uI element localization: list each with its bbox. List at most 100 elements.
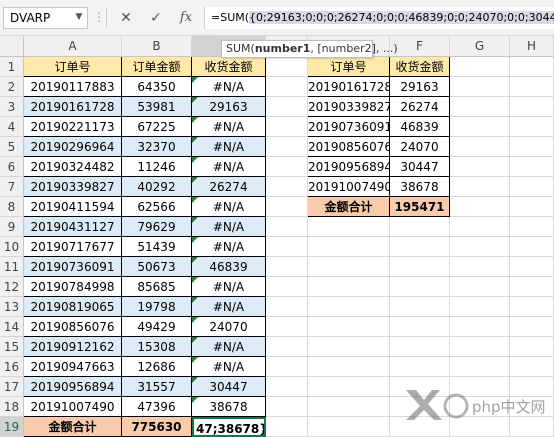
row-header-14[interactable]: 14 — [0, 317, 24, 337]
left-data-cell[interactable]: 20190784998 — [24, 277, 122, 297]
row-header-18[interactable]: 18 — [0, 397, 24, 417]
cell[interactable] — [450, 117, 510, 137]
left-data-cell[interactable]: 11246 — [122, 157, 192, 177]
left-data-cell[interactable]: 67225 — [122, 117, 192, 137]
left-data-cell[interactable]: #N/A — [192, 137, 266, 157]
cell[interactable] — [390, 357, 450, 377]
right-data-cell[interactable]: 38678 — [390, 177, 450, 197]
cell[interactable] — [266, 137, 308, 157]
cell[interactable] — [510, 337, 554, 357]
cell[interactable] — [266, 357, 308, 377]
cell[interactable] — [308, 357, 390, 377]
right-data-cell[interactable]: 20190736091 — [308, 117, 390, 137]
left-data-cell[interactable]: 20190717677 — [24, 237, 122, 257]
cell[interactable] — [266, 197, 308, 217]
left-data-cell[interactable]: 64350 — [122, 77, 192, 97]
left-data-cell[interactable]: 20190296964 — [24, 137, 122, 157]
cell[interactable] — [450, 157, 510, 177]
row-header-1[interactable]: 1 — [0, 57, 24, 77]
right-data-cell[interactable]: 20190339827 — [308, 97, 390, 117]
cell[interactable] — [510, 237, 554, 257]
row-header-2[interactable]: 2 — [0, 77, 24, 97]
cell[interactable] — [450, 257, 510, 277]
column-header-f[interactable]: F — [390, 36, 450, 57]
left-data-cell[interactable]: 20190956894 — [24, 377, 122, 397]
left-data-cell[interactable]: 20190411594 — [24, 197, 122, 217]
cell[interactable] — [390, 297, 450, 317]
cell[interactable] — [450, 357, 510, 377]
left-data-cell[interactable]: 20191007490 — [24, 397, 122, 417]
right-header-cell[interactable]: 订单号 — [308, 57, 390, 77]
left-total-label[interactable]: 金额合计 — [24, 417, 122, 437]
cell[interactable] — [308, 317, 390, 337]
left-header-cell[interactable]: 收货金额 — [192, 57, 266, 77]
cell[interactable] — [390, 317, 450, 337]
left-data-cell[interactable]: #N/A — [192, 277, 266, 297]
left-data-cell[interactable]: 20190161728 — [24, 97, 122, 117]
left-data-cell[interactable]: 32370 — [122, 137, 192, 157]
cell[interactable] — [266, 117, 308, 137]
column-header-h[interactable]: H — [510, 36, 554, 57]
cell[interactable] — [308, 297, 390, 317]
left-data-cell[interactable]: 20190912162 — [24, 337, 122, 357]
cell[interactable] — [308, 337, 390, 357]
cell[interactable] — [450, 197, 510, 217]
right-data-cell[interactable]: 20191007490 — [308, 177, 390, 197]
cell[interactable] — [450, 177, 510, 197]
select-all-corner[interactable] — [0, 36, 24, 57]
cell[interactable] — [266, 397, 308, 417]
cell[interactable] — [450, 77, 510, 97]
left-data-cell[interactable]: #N/A — [192, 197, 266, 217]
left-data-cell[interactable]: 79629 — [122, 217, 192, 237]
row-header-12[interactable]: 12 — [0, 277, 24, 297]
cell[interactable] — [266, 237, 308, 257]
left-data-cell[interactable]: 12686 — [122, 357, 192, 377]
left-data-cell[interactable]: 51439 — [122, 237, 192, 257]
cell[interactable] — [266, 157, 308, 177]
cell[interactable] — [510, 177, 554, 197]
cell[interactable] — [510, 197, 554, 217]
left-data-cell[interactable]: 47396 — [122, 397, 192, 417]
left-data-cell[interactable]: #N/A — [192, 117, 266, 137]
left-data-cell[interactable]: 20190736091 — [24, 257, 122, 277]
row-header-11[interactable]: 11 — [0, 257, 24, 277]
right-data-cell[interactable]: 30447 — [390, 157, 450, 177]
name-box-dropdown-icon[interactable]: ▼ — [72, 7, 86, 29]
cell[interactable] — [450, 337, 510, 357]
cell[interactable] — [450, 277, 510, 297]
formula-input[interactable]: =SUM({0;29163;0;0;0;26274;0;0;0;46839;0;… — [204, 7, 554, 29]
left-data-cell[interactable]: 19798 — [122, 297, 192, 317]
left-data-cell[interactable]: #N/A — [192, 217, 266, 237]
cell[interactable] — [308, 377, 390, 397]
right-data-cell[interactable]: 20190956894 — [308, 157, 390, 177]
cell[interactable] — [450, 57, 510, 77]
row-header-3[interactable]: 3 — [0, 97, 24, 117]
row-header-19[interactable]: 19 — [0, 417, 24, 437]
cell[interactable] — [510, 277, 554, 297]
left-data-cell[interactable]: 20190819065 — [24, 297, 122, 317]
cell[interactable] — [266, 177, 308, 197]
insert-function-icon[interactable]: fx — [176, 8, 196, 28]
left-data-cell[interactable]: 31557 — [122, 377, 192, 397]
left-data-cell[interactable]: 20190431127 — [24, 217, 122, 237]
cell[interactable] — [510, 297, 554, 317]
cell[interactable] — [390, 237, 450, 257]
right-total-amount[interactable]: 195471 — [390, 197, 450, 217]
cell[interactable] — [390, 217, 450, 237]
formula-bar-grip-icon[interactable]: ⋮ — [93, 7, 105, 29]
left-header-cell[interactable]: 订单号 — [24, 57, 122, 77]
cancel-icon[interactable]: ✕ — [116, 8, 136, 28]
left-data-cell[interactable]: 20190339827 — [24, 177, 122, 197]
cell[interactable] — [510, 257, 554, 277]
right-data-cell[interactable]: 24070 — [390, 137, 450, 157]
left-data-cell[interactable]: #N/A — [192, 157, 266, 177]
column-header-b[interactable]: B — [122, 36, 192, 57]
enter-icon[interactable]: ✓ — [146, 8, 166, 28]
row-header-7[interactable]: 7 — [0, 177, 24, 197]
row-header-8[interactable]: 8 — [0, 197, 24, 217]
row-header-10[interactable]: 10 — [0, 237, 24, 257]
row-header-15[interactable]: 15 — [0, 337, 24, 357]
cell[interactable] — [266, 217, 308, 237]
left-data-cell[interactable]: #N/A — [192, 337, 266, 357]
right-data-cell[interactable]: 20190161728 — [308, 77, 390, 97]
